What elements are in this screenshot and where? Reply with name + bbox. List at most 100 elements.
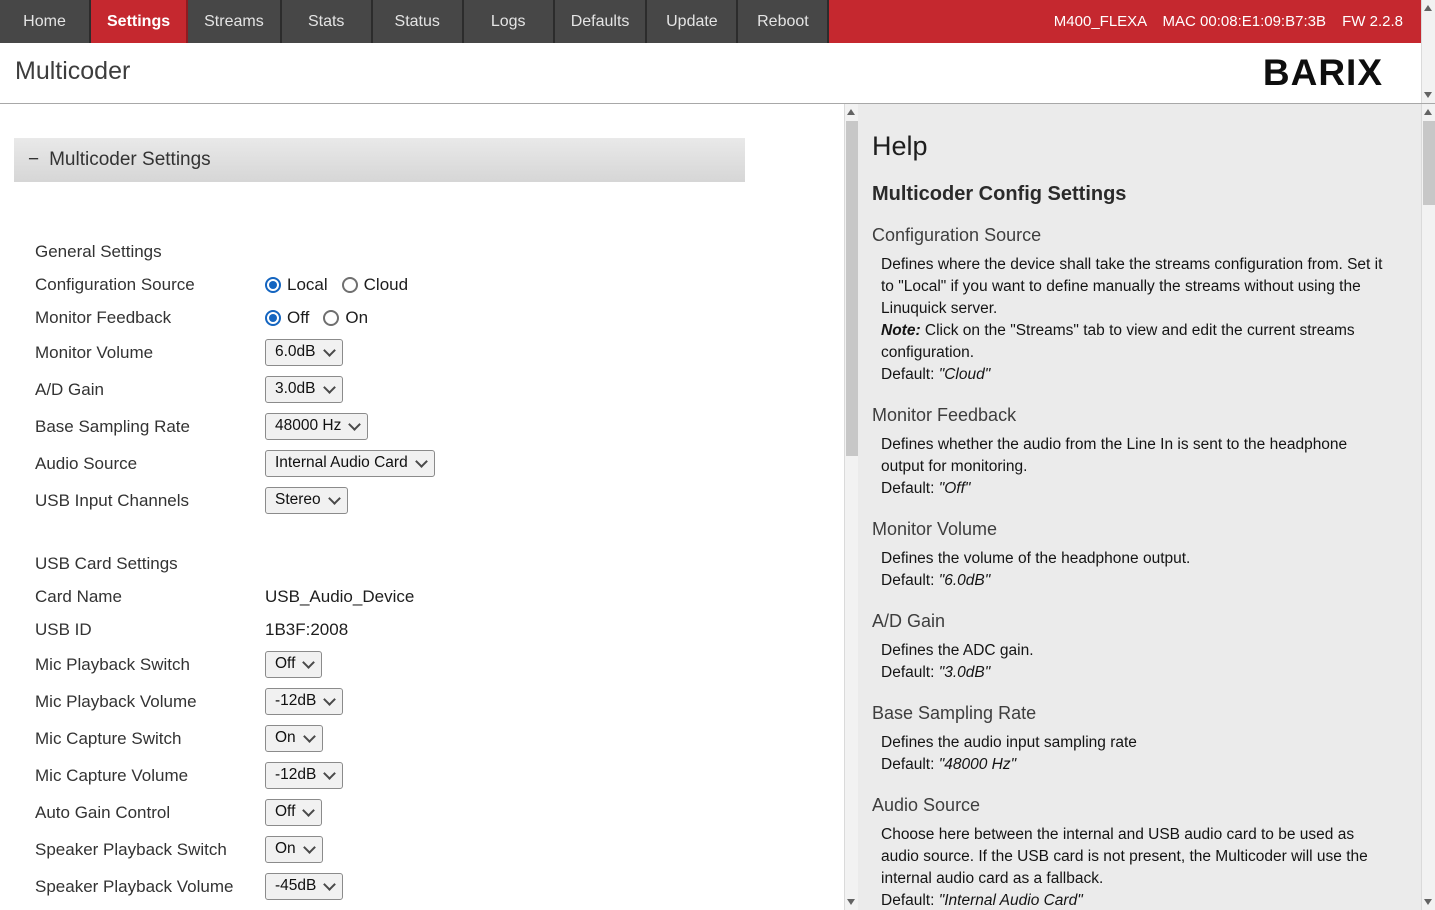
usb-id-label: USB ID [35, 620, 265, 640]
chevron-down-icon [348, 418, 361, 431]
default-line: Default: "Off" [881, 478, 1394, 500]
help-section-body: Defines the ADC gain.Default: "3.0dB" [881, 640, 1394, 684]
mic-capture-volume-select[interactable]: -12dB [265, 762, 343, 789]
help-scrollbar[interactable] [1421, 104, 1435, 910]
row-usb-id: USB ID1B3F:2008 [35, 613, 858, 646]
help-section-monitor-volume: Monitor VolumeDefines the volume of the … [872, 519, 1394, 592]
base-sampling-rate-heading: Base Sampling Rate [872, 703, 1394, 724]
monitor-volume-select[interactable]: 6.0dB [265, 339, 343, 366]
settings-frame: − Multicoder Settings General Settings Co… [0, 104, 858, 910]
monitor-feedback-radio-group: Off On [265, 308, 368, 328]
mic-playback-volume-select[interactable]: -12dB [265, 688, 343, 715]
default-line: Default: "Internal Audio Card" [881, 890, 1394, 910]
monitor-feedback-radio-off[interactable]: Off [265, 308, 309, 328]
chevron-down-icon [328, 492, 341, 505]
radio-dot [269, 281, 277, 289]
collapse-icon[interactable]: − [28, 149, 39, 171]
help-paragraph: Defines whether the audio from the Line … [881, 434, 1394, 478]
device-info: M400_FLEXA MAC 00:08:E1:09:B7:3B FW 2.2.… [1042, 13, 1421, 30]
multicoder-settings-section-header[interactable]: − Multicoder Settings [14, 138, 745, 182]
a-d-gain-heading: A/D Gain [872, 611, 1394, 632]
radio-dot [269, 314, 277, 322]
base-sampling-rate-select[interactable]: 48000 Hz [265, 413, 368, 440]
row-mic-playback-switch: Mic Playback SwitchOff [35, 646, 858, 683]
tab-home[interactable]: Home [0, 0, 91, 43]
usb-input-channels-select[interactable]: Stereo [265, 487, 348, 514]
tab-stats[interactable]: Stats [282, 0, 373, 43]
row-usb-input-channels: USB Input ChannelsStereo [35, 482, 858, 519]
card-name-label: Card Name [35, 587, 265, 607]
tab-update[interactable]: Update [647, 0, 738, 43]
mic-playback-volume-value: -12dB [275, 692, 316, 710]
scrollbar-thumb[interactable] [846, 121, 858, 456]
configuration-source-radio-cloud[interactable]: Cloud [342, 275, 408, 295]
help-section-configuration-source: Configuration SourceDefines where the de… [872, 225, 1394, 386]
barix-logo: BARIX [1263, 52, 1383, 94]
auto-gain-control-select[interactable]: Off [265, 799, 322, 826]
default-value: "3.0dB" [939, 664, 991, 681]
a-d-gain-select[interactable]: 3.0dB [265, 376, 343, 403]
monitor-feedback-heading: Monitor Feedback [872, 405, 1394, 426]
row-mic-capture-switch: Mic Capture SwitchOn [35, 720, 858, 757]
speaker-playback-volume-select[interactable]: -45dB [265, 873, 343, 900]
tab-reboot[interactable]: Reboot [738, 0, 829, 43]
monitor-feedback-radio-on[interactable]: On [323, 308, 368, 328]
tab-status[interactable]: Status [373, 0, 464, 43]
default-label: Default: [881, 366, 934, 383]
help-subtitle: Multicoder Config Settings [872, 183, 1394, 206]
help-paragraph: Choose here between the internal and USB… [881, 824, 1394, 890]
speaker-playback-switch-select[interactable]: On [265, 836, 323, 863]
monitor-feedback-label: Monitor Feedback [35, 308, 265, 328]
radio-unselected-icon [342, 277, 358, 293]
base-sampling-rate-value: 48000 Hz [275, 417, 341, 435]
content-area: − Multicoder Settings General Settings Co… [0, 104, 1435, 910]
tab-logs[interactable]: Logs [464, 0, 555, 43]
scroll-down-arrow-icon[interactable] [1422, 87, 1435, 102]
monitor-volume-value: 6.0dB [275, 343, 316, 361]
row-card-name: Card NameUSB_Audio_Device [35, 580, 858, 613]
row-base-sampling-rate: Base Sampling Rate 48000 Hz [35, 408, 858, 445]
configuration-source-radio-local[interactable]: Local [265, 275, 328, 295]
configuration-source-label: Configuration Source [35, 275, 265, 295]
help-section-base-sampling-rate: Base Sampling RateDefines the audio inpu… [872, 703, 1394, 776]
device-firmware: FW 2.2.8 [1342, 13, 1403, 30]
help-section-body: Defines whether the audio from the Line … [881, 434, 1394, 500]
default-label: Default: [881, 572, 934, 589]
chevron-down-icon [324, 693, 337, 706]
tab-defaults[interactable]: Defaults [555, 0, 648, 43]
a-d-gain-label: A/D Gain [35, 380, 265, 400]
base-sampling-rate-label: Base Sampling Rate [35, 417, 265, 437]
mic-capture-switch-value: On [275, 729, 296, 747]
scrollbar-thumb[interactable] [1423, 121, 1435, 205]
auto-gain-control-label: Auto Gain Control [35, 803, 265, 823]
chevron-down-icon [323, 381, 336, 394]
tab-settings[interactable]: Settings [91, 0, 188, 43]
settings-scrollbar[interactable] [844, 104, 858, 910]
card-name-value: USB_Audio_Device [265, 587, 414, 607]
row-speaker-playback-volume: Speaker Playback Volume-45dB [35, 868, 858, 905]
scroll-up-arrow-icon[interactable] [1422, 1, 1435, 16]
section-title: Multicoder Settings [49, 149, 211, 171]
chevron-down-icon [303, 656, 316, 669]
default-value: "Internal Audio Card" [939, 892, 1083, 909]
device-name: M400_FLEXA [1054, 13, 1147, 30]
group-title-usb-card-settings: USB Card Settings [35, 547, 858, 580]
audio-source-select[interactable]: Internal Audio Card [265, 450, 435, 477]
scroll-down-arrow-icon[interactable] [1422, 894, 1435, 909]
audio-source-value: Internal Audio Card [275, 454, 408, 472]
mic-playback-switch-select[interactable]: Off [265, 651, 322, 678]
help-content: Help Multicoder Config Settings Configur… [872, 104, 1394, 910]
top-frame-scrollbar[interactable] [1421, 0, 1435, 103]
help-paragraph: Defines where the device shall take the … [881, 254, 1394, 320]
scroll-down-arrow-icon[interactable] [845, 894, 858, 909]
default-label: Default: [881, 756, 934, 773]
group-title-general-settings: General Settings [35, 235, 858, 268]
configuration-source-option-label: Local [287, 275, 328, 295]
default-value: "48000 Hz" [939, 756, 1016, 773]
mic-capture-switch-select[interactable]: On [265, 725, 323, 752]
tab-streams[interactable]: Streams [188, 0, 282, 43]
row-speaker-playback-switch: Speaker Playback SwitchOn [35, 831, 858, 868]
scroll-up-arrow-icon[interactable] [845, 105, 858, 120]
monitor-feedback-option-label: Off [287, 308, 309, 328]
scroll-up-arrow-icon[interactable] [1422, 105, 1435, 120]
